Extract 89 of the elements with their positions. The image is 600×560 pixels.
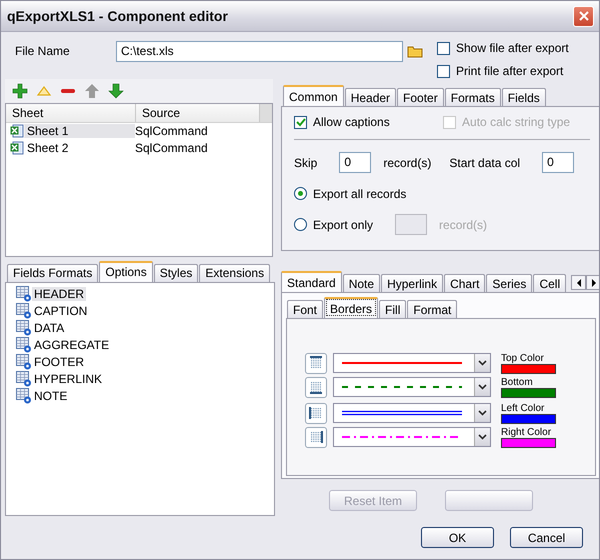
color-label: Left Color <box>501 402 546 414</box>
checkbox-label: Allow captions <box>313 115 390 129</box>
tree-item[interactable]: HYPERLINK <box>32 372 104 386</box>
radio-button[interactable] <box>294 187 307 200</box>
down-arrow-icon[interactable] <box>107 82 125 100</box>
color-swatch[interactable] <box>501 364 556 374</box>
tab[interactable]: Borders <box>324 297 378 318</box>
table-gear-icon <box>16 354 32 370</box>
ok-button[interactable]: OK <box>421 527 494 548</box>
border-bottom-icon[interactable] <box>305 376 327 398</box>
column-header[interactable]: Sheet <box>6 104 136 122</box>
tab[interactable]: Common <box>283 85 344 106</box>
tab[interactable]: Header <box>344 88 396 106</box>
skip-label: Skip <box>294 156 318 170</box>
tab[interactable]: Chart <box>444 274 486 292</box>
tab[interactable]: Options <box>99 260 153 282</box>
unit-label: record(s) <box>383 156 432 170</box>
unit-label: record(s) <box>439 218 488 232</box>
file-name-label: File Name <box>15 44 71 58</box>
plus-icon[interactable] <box>11 82 29 100</box>
color-label: Top Color <box>501 352 545 364</box>
cancel-button[interactable]: Cancel <box>510 527 583 548</box>
tab[interactable]: Extensions <box>199 264 270 282</box>
tab[interactable]: Fields <box>502 88 546 106</box>
tab[interactable]: Hyperlink <box>381 274 444 292</box>
checkbox-label: Show file after export <box>456 41 569 55</box>
table-gear-icon <box>16 388 32 404</box>
tab[interactable]: Styles <box>154 264 198 282</box>
tab[interactable]: Standard <box>281 271 342 292</box>
checkbox[interactable] <box>437 42 450 54</box>
caret-icon[interactable] <box>474 404 490 422</box>
caret-icon[interactable] <box>474 428 490 446</box>
header-corner <box>260 104 272 122</box>
close-button[interactable] <box>573 6 594 26</box>
line-style-dropdown[interactable] <box>333 353 491 373</box>
line-style-dropdown[interactable] <box>333 403 491 423</box>
checkbox-label: Print file after export <box>456 64 564 78</box>
border-top-icon[interactable] <box>305 352 327 374</box>
tab[interactable]: Format <box>407 300 458 318</box>
start-col-field[interactable]: 0 <box>542 152 574 173</box>
line-style-dropdown[interactable] <box>333 377 491 397</box>
scroll-right-icon[interactable] <box>586 275 599 290</box>
spreadsheet-icon <box>10 141 24 156</box>
radio-label: Export only <box>313 218 374 232</box>
caret-icon[interactable] <box>474 378 490 396</box>
tree-item[interactable]: HEADER <box>32 287 86 302</box>
border-right-icon[interactable] <box>305 426 327 448</box>
tab[interactable]: Series <box>486 274 532 292</box>
table-gear-icon <box>16 371 32 388</box>
table-gear-icon <box>16 320 32 336</box>
tree-item[interactable]: AGGREGATE <box>32 338 112 352</box>
color-swatch[interactable] <box>501 414 556 424</box>
sheet-name[interactable]: Sheet 2 <box>24 141 135 156</box>
source-cell: SqlCommand <box>135 141 208 156</box>
tree-item[interactable]: NOTE <box>32 389 70 404</box>
tab[interactable]: Font <box>287 300 324 318</box>
tab[interactable]: Fields Formats <box>7 264 98 282</box>
file-name-field[interactable]: C:\test.xls <box>116 41 403 62</box>
sheet-name[interactable]: Sheet 1 <box>24 124 135 138</box>
source-cell: SqlCommand <box>135 124 208 138</box>
border-left-icon[interactable] <box>305 402 327 424</box>
color-swatch[interactable] <box>501 438 556 448</box>
checkbox[interactable] <box>437 64 450 78</box>
tree-item[interactable]: CAPTION <box>32 304 90 318</box>
tab[interactable]: Note <box>342 274 380 292</box>
caret-icon[interactable] <box>474 354 490 372</box>
count-field[interactable] <box>395 214 428 235</box>
window-title: qExportXLS1 - Component editor <box>7 8 228 24</box>
tab[interactable]: Footer <box>397 88 444 106</box>
radio-label: Export all records <box>313 186 406 200</box>
scroll-left-icon[interactable] <box>571 275 586 290</box>
table-gear-icon <box>16 303 32 320</box>
color-label: Bottom <box>501 376 534 388</box>
checkbox[interactable] <box>294 116 307 128</box>
checkbox-label: Auto calc string type <box>462 115 570 129</box>
skip-field[interactable]: 0 <box>339 152 372 173</box>
table-gear-icon <box>16 286 32 302</box>
tab[interactable]: Formats <box>444 88 501 106</box>
table-gear-icon <box>16 337 32 354</box>
tab[interactable]: Fill <box>379 300 406 318</box>
spreadsheet-icon <box>10 124 24 138</box>
tab[interactable]: Cell <box>533 274 566 292</box>
tree-item[interactable]: FOOTER <box>32 355 86 370</box>
radio-button[interactable] <box>294 218 307 231</box>
color-swatch[interactable] <box>501 388 556 398</box>
color-label: Right Color <box>501 426 552 438</box>
close-icon <box>578 11 588 21</box>
start-col-label: Start data col <box>449 156 520 170</box>
tree-item[interactable]: DATA <box>32 321 66 336</box>
